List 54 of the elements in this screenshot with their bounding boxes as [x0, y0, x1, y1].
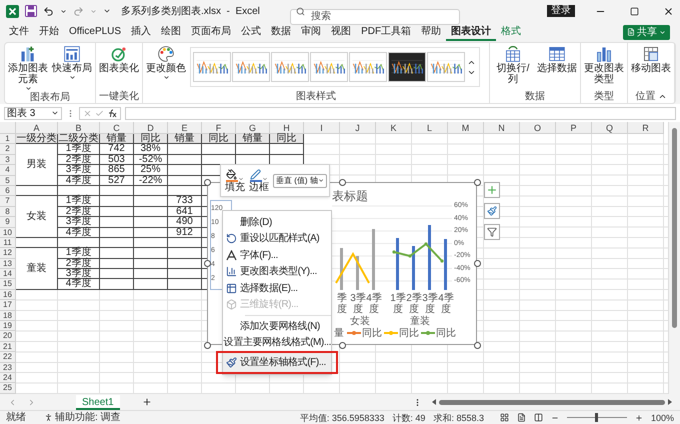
status-text: 就绪 [6, 412, 26, 424]
table-header-cell: 销量 [100, 134, 134, 144]
table-cell: 38% [134, 144, 168, 155]
category-label: 4季度 [438, 293, 454, 315]
category-label: 季度 [336, 293, 348, 315]
table-cell: 733 [168, 196, 202, 207]
legend-label: 同比 [362, 328, 382, 339]
table-cell: 912 [168, 228, 202, 238]
legend-label: 同比 [399, 328, 419, 339]
table-header-cell: 同比 [270, 134, 304, 144]
category-label: 1季度 [390, 293, 406, 315]
table-cell: 490 [168, 217, 202, 228]
table-cell: 童装 [16, 248, 58, 290]
table-cell: 3季度 [58, 165, 100, 176]
table-cell: 男装 [16, 144, 58, 186]
legend-label: 同比 [436, 328, 456, 339]
table-header-cell: 销量 [236, 134, 270, 144]
table-cell: 527 [100, 176, 134, 186]
ribbon-group-label: 类型 [594, 91, 614, 102]
category-label: 2季度 [406, 293, 422, 315]
category-group-label: 女装 [350, 316, 370, 327]
table-cell: -52% [134, 154, 168, 166]
ribbon-group-label: 位置 [636, 91, 656, 102]
count-value: 计数: 49 [392, 412, 426, 424]
table-cell: 865 [100, 165, 134, 176]
table-cell: 641 [168, 206, 202, 218]
window-title: 多系列多类别图表.xlsx - Excel [121, 4, 260, 18]
table-header-cell: 销量 [168, 134, 202, 144]
ribbon-group-label: 数据 [525, 91, 545, 102]
table-cell: 1季度 [58, 248, 100, 259]
table-cell: 742 [100, 144, 134, 155]
table-cell: 4季度 [58, 228, 100, 238]
table-cell: 4季度 [58, 176, 100, 186]
ribbon-group-label: 图表样式 [296, 91, 336, 102]
category-group-label: 童装 [410, 316, 430, 327]
legend-label: 量 [334, 328, 344, 339]
table-header-cell: 同比 [134, 134, 168, 144]
table-cell: 1季度 [58, 196, 100, 207]
category-label: 3季度 [422, 293, 438, 315]
category-label: 3季度 [350, 293, 366, 315]
table-cell: -22% [134, 176, 168, 186]
ribbon-group-label: 一键美化 [99, 91, 139, 102]
ribbon-group-label: 图表布局 [30, 92, 70, 103]
table-cell: 4季度 [58, 279, 100, 290]
average-value: 平均值: 356.5958333 [300, 412, 384, 424]
table-header-cell: 一级分类 [16, 134, 58, 144]
table-cell: 3季度 [58, 217, 100, 228]
table-cell: 25% [134, 165, 168, 176]
table-cell: 503 [100, 154, 134, 166]
table-cell: 1季度 [58, 144, 100, 155]
category-label: 4季度 [366, 293, 382, 315]
table-cell: 女装 [16, 196, 58, 238]
table-header-cell: 同比 [202, 134, 236, 144]
sum-value: 求和: 8558.3 [433, 412, 484, 424]
